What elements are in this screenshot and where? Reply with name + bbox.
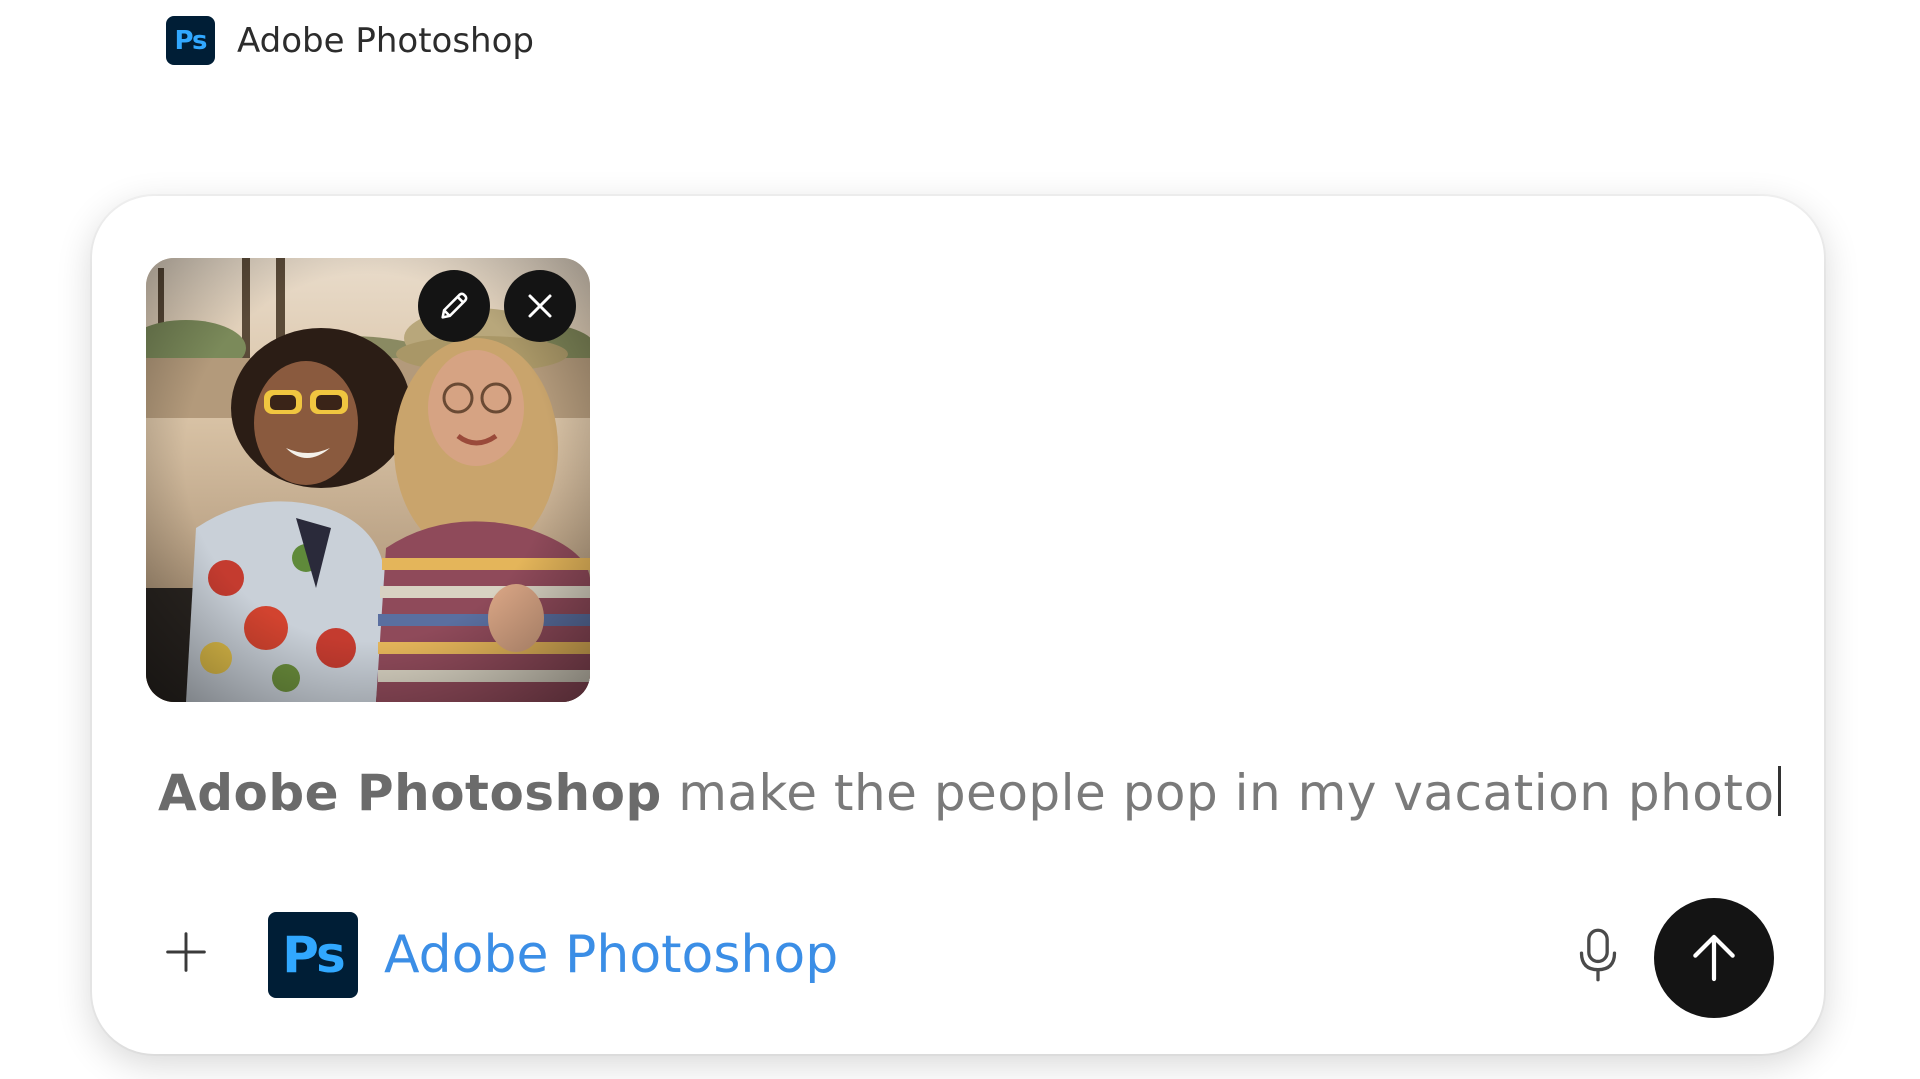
attached-image[interactable] (146, 258, 590, 702)
page: Ps Adobe Photoshop Adobe Photoshop make … (0, 0, 1920, 1079)
prompt-app-mention: Adobe Photoshop (158, 764, 662, 822)
close-icon (528, 294, 552, 318)
prompt-input[interactable]: Adobe Photoshop make the people pop in m… (158, 764, 1781, 822)
app-title: Adobe Photoshop (237, 20, 534, 61)
voice-input-button[interactable] (1570, 924, 1626, 986)
add-attachment-button[interactable] (160, 926, 212, 978)
selected-app-label: Adobe Photoshop (384, 925, 839, 985)
selected-app-chip[interactable]: Ps Adobe Photoshop (268, 912, 838, 998)
remove-image-button[interactable] (504, 270, 576, 342)
arrow-up-icon (1693, 934, 1735, 982)
photoshop-logo-icon: Ps (166, 16, 215, 65)
app-header: Ps Adobe Photoshop (166, 16, 534, 65)
send-button[interactable] (1654, 898, 1774, 1018)
microphone-icon (1579, 928, 1617, 982)
prompt-text: make the people pop in my vacation photo (661, 764, 1775, 822)
composer-card: Adobe Photoshop make the people pop in m… (92, 196, 1824, 1054)
edit-image-button[interactable] (418, 270, 490, 342)
plus-icon (166, 932, 206, 972)
text-cursor (1777, 766, 1781, 816)
pencil-icon (441, 292, 468, 319)
photoshop-logo-icon: Ps (268, 912, 358, 998)
